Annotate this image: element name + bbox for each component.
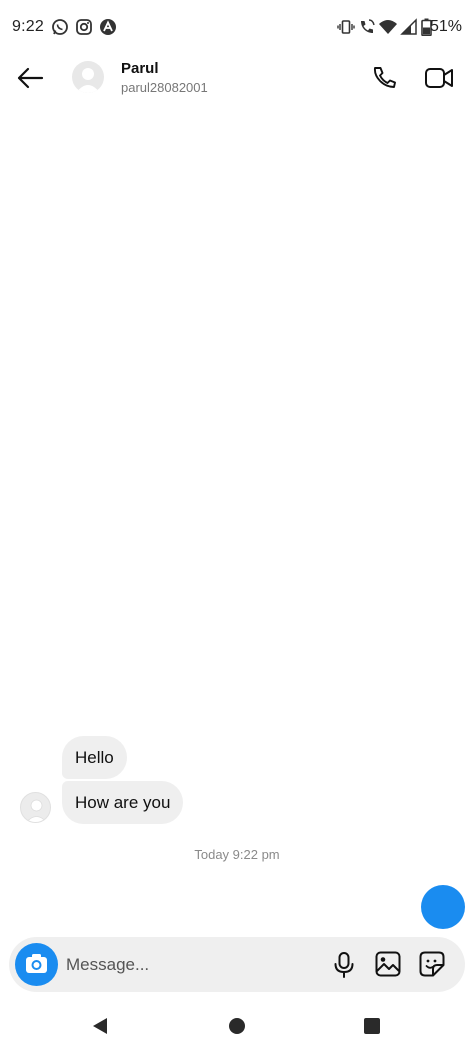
nav-recents-icon[interactable]	[364, 1018, 380, 1034]
contact-name[interactable]: Parul	[121, 60, 159, 77]
default-avatar-icon	[26, 799, 47, 822]
gallery-icon[interactable]	[375, 951, 401, 977]
typing-indicator	[421, 885, 465, 929]
camera-icon	[26, 954, 47, 973]
contact-handle[interactable]: parul28082001	[121, 80, 208, 95]
default-avatar-icon	[76, 68, 100, 93]
nav-home-icon[interactable]	[229, 1018, 245, 1034]
back-arrow-icon[interactable]	[14, 64, 46, 92]
message-text: How are you	[75, 792, 171, 812]
vpn-icon	[100, 19, 116, 35]
wifi-icon	[379, 20, 397, 34]
message-text: Hello	[75, 747, 114, 767]
message-input[interactable]	[66, 953, 316, 977]
sender-avatar[interactable]	[20, 792, 51, 823]
video-call-icon[interactable]	[424, 64, 454, 92]
signal-icon	[400, 18, 417, 35]
status-bar: 9:22 51%	[0, 0, 474, 56]
sticker-icon[interactable]	[419, 951, 445, 977]
nav-back-icon[interactable]	[90, 1016, 110, 1036]
vibrate-icon	[337, 20, 355, 34]
instagram-icon	[76, 19, 92, 35]
status-time: 9:22	[12, 18, 44, 35]
message-bubble[interactable]: Hello	[62, 736, 127, 779]
battery-percent: 51%	[429, 18, 462, 35]
avatar[interactable]	[72, 61, 104, 93]
camera-button[interactable]	[15, 943, 58, 986]
chat-header: Parul parul28082001	[0, 56, 474, 100]
whatsapp-icon	[52, 19, 68, 35]
message-bubble[interactable]: How are you	[62, 781, 184, 824]
microphone-icon[interactable]	[331, 951, 357, 979]
wifi-call-icon	[361, 19, 375, 33]
message-timestamp: Today 9:22 pm	[194, 847, 280, 862]
phone-call-icon[interactable]	[370, 64, 398, 92]
message-composer	[9, 937, 465, 992]
